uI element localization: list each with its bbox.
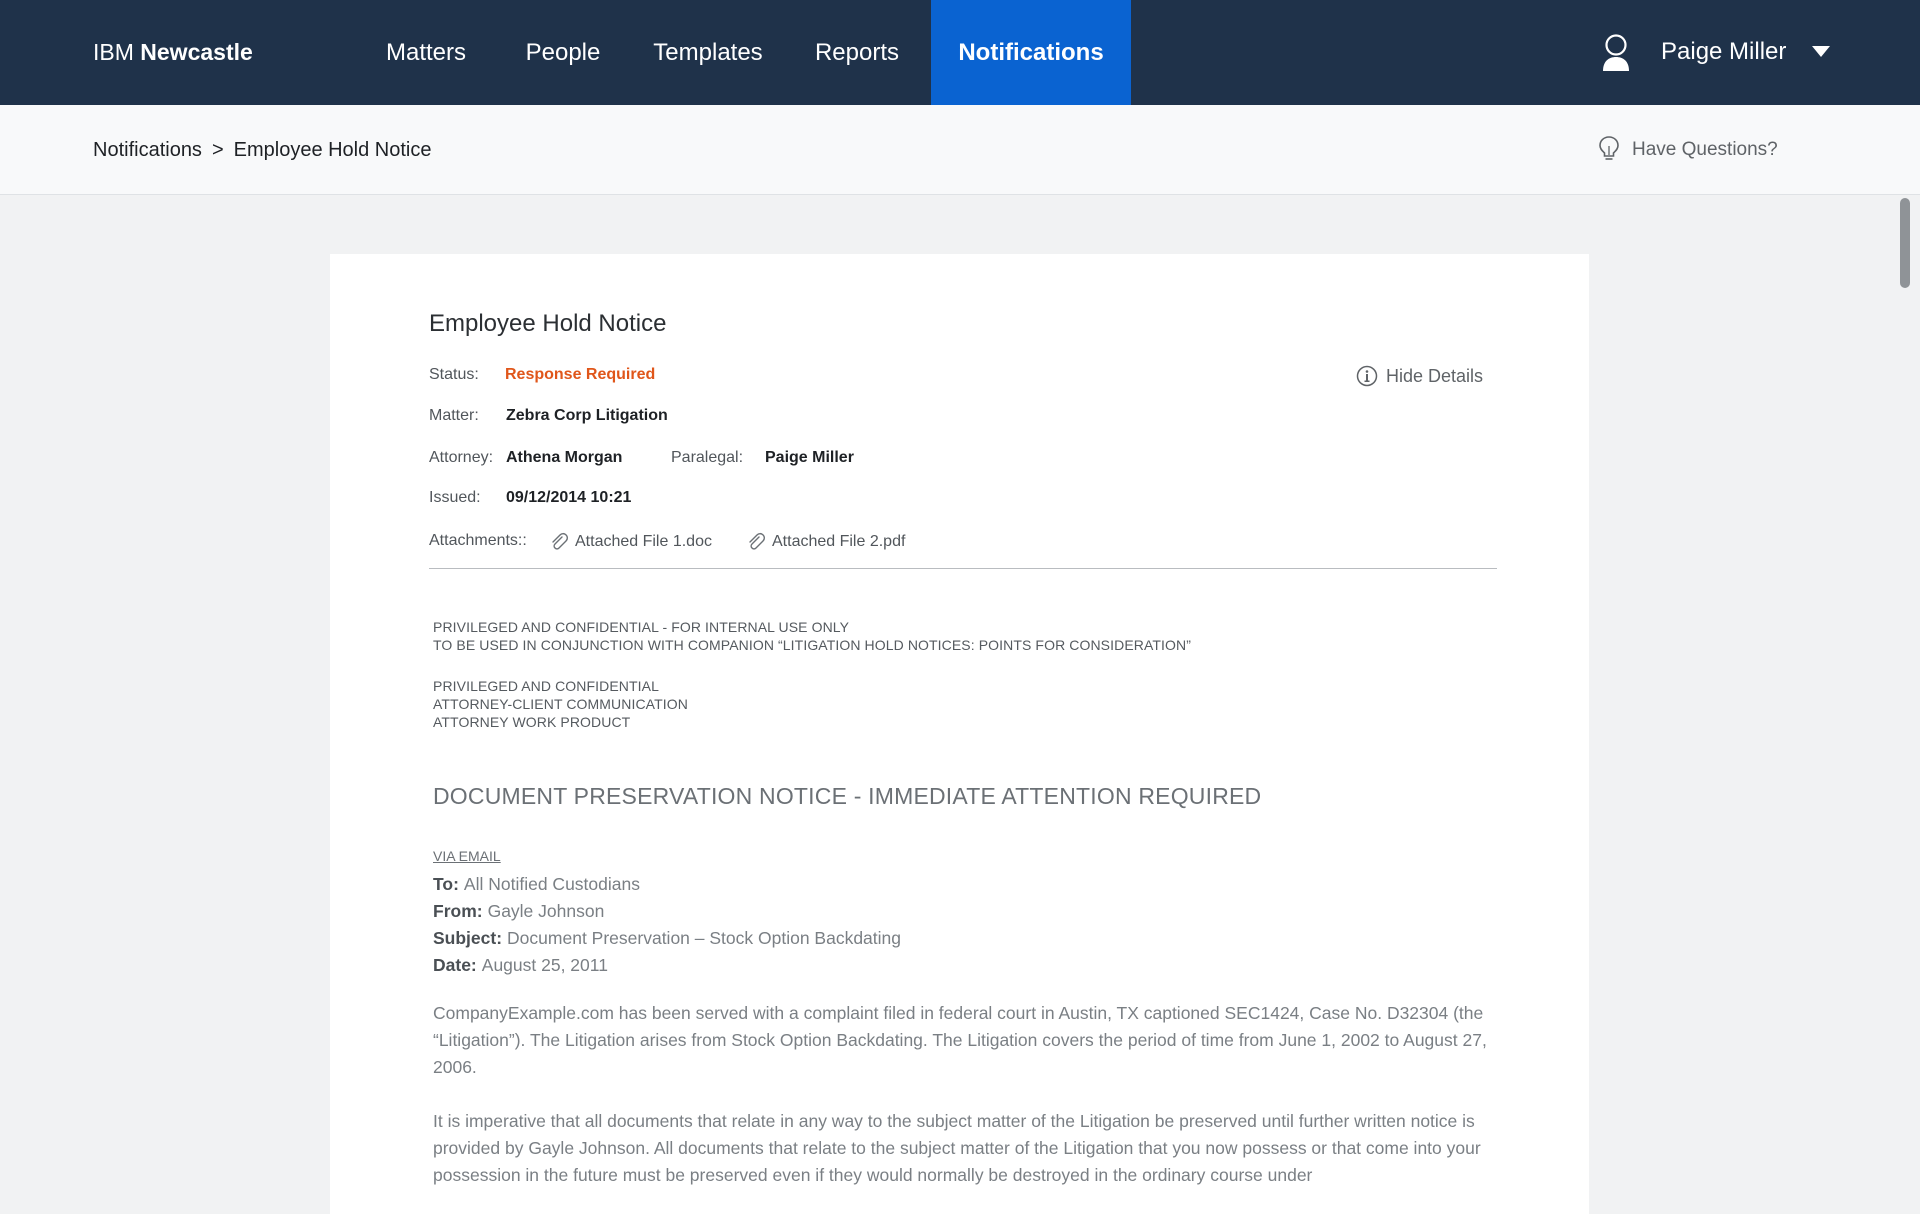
memo-to-label: To: bbox=[433, 874, 459, 894]
user-name: Paige Miller bbox=[1661, 38, 1787, 65]
breadcrumb-separator: > bbox=[211, 139, 224, 161]
confidential-line: PRIVILEGED AND CONFIDENTIAL - FOR INTERN… bbox=[433, 619, 850, 635]
memo-subject-value: Document Preservation – Stock Option Bac… bbox=[507, 928, 902, 948]
paralegal-label: Paralegal: bbox=[671, 449, 744, 466]
nav-item-notifications[interactable]: Notifications bbox=[931, 0, 1131, 105]
details-divider bbox=[429, 568, 1497, 569]
have-questions-link[interactable]: Have Questions? bbox=[1598, 105, 1778, 195]
top-nav-bar: IBM Newcastle Matters People Templates R… bbox=[0, 0, 1920, 105]
privilege-line: ATTORNEY-CLIENT COMMUNICATION bbox=[433, 696, 688, 712]
memo-date: Date: August 25, 2011 bbox=[433, 955, 608, 976]
nav-item-templates[interactable]: Templates bbox=[641, 0, 775, 105]
breadcrumb-bar: Notifications > Employee Hold Notice Have … bbox=[0, 105, 1920, 195]
chevron-down-icon[interactable] bbox=[1812, 46, 1830, 57]
nav-item-matters[interactable]: Matters bbox=[364, 0, 488, 105]
notice-card: Employee Hold Notice Status: Response Re… bbox=[330, 254, 1589, 1214]
body-paragraph: It is imperative that all documents that… bbox=[433, 1111, 1481, 1185]
document-heading: DOCUMENT PRESERVATION NOTICE - IMMEDIATE… bbox=[433, 783, 1262, 809]
matter-label: Matter: bbox=[429, 407, 479, 424]
memo-from-value: Gayle Johnson bbox=[487, 901, 605, 921]
attorney-label: Attorney: bbox=[429, 449, 494, 466]
user-menu[interactable]: Paige Miller bbox=[1600, 0, 1840, 105]
via-email-label: VIA EMAIL bbox=[433, 848, 501, 864]
brand-name: Newcastle bbox=[140, 39, 253, 65]
paperclip-icon bbox=[749, 532, 766, 550]
breadcrumb-parent[interactable]: Notifications bbox=[93, 139, 202, 161]
attachments-label: Attachments:: bbox=[429, 532, 527, 549]
scrollbar-thumb[interactable] bbox=[1900, 198, 1910, 288]
user-icon bbox=[1603, 34, 1629, 71]
memo-subject: Subject: Document Preservation – Stock Op… bbox=[433, 928, 901, 949]
paralegal-value: Paige Miller bbox=[765, 449, 854, 466]
attachment-link[interactable]: Attached File 1.doc bbox=[549, 532, 712, 551]
memo-to: To: All Notified Custodians bbox=[433, 874, 640, 895]
brand-logo[interactable]: IBM Newcastle bbox=[93, 0, 253, 105]
status-label: Status: bbox=[429, 366, 479, 383]
matter-value: Zebra Corp Litigation bbox=[506, 407, 668, 424]
nav-item-reports[interactable]: Reports bbox=[800, 0, 914, 105]
paperclip-icon bbox=[552, 532, 569, 550]
issued-value: 09/12/2014 10:21 bbox=[506, 489, 632, 506]
privilege-line: ATTORNEY WORK PRODUCT bbox=[433, 714, 631, 730]
issued-label: Issued: bbox=[429, 489, 481, 506]
lightbulb-icon bbox=[1599, 136, 1619, 160]
memo-subject-label: Subject: bbox=[433, 928, 503, 948]
privilege-line: PRIVILEGED AND CONFIDENTIAL bbox=[433, 678, 659, 694]
breadcrumb-current: Employee Hold Notice bbox=[233, 139, 432, 161]
hide-details-button[interactable]: Hide Details bbox=[1356, 365, 1484, 387]
memo-from: From: Gayle Johnson bbox=[433, 901, 604, 922]
have-questions-label: Have Questions? bbox=[1632, 139, 1778, 160]
memo-from-label: From: bbox=[433, 901, 483, 921]
hide-details-label: Hide Details bbox=[1386, 366, 1484, 386]
status-badge: Response Required bbox=[505, 366, 656, 383]
attachment-name: Attached File 2.pdf bbox=[772, 533, 906, 550]
confidential-line: TO BE USED IN CONJUNCTION WITH COMPANION… bbox=[433, 637, 1191, 653]
attorney-value: Athena Morgan bbox=[506, 449, 623, 466]
memo-date-label: Date: bbox=[433, 955, 477, 975]
notice-title: Employee Hold Notice bbox=[429, 310, 667, 337]
memo-date-value: August 25, 2011 bbox=[481, 955, 608, 975]
memo-to-value: All Notified Custodians bbox=[463, 874, 640, 894]
attachment-name: Attached File 1.doc bbox=[575, 533, 712, 550]
body-paragraph: CompanyExample.com has been served with … bbox=[433, 1003, 1487, 1077]
breadcrumb: Notifications > Employee Hold Notice bbox=[93, 105, 432, 195]
brand-prefix: IBM bbox=[93, 39, 134, 65]
nav-item-people[interactable]: People bbox=[508, 0, 618, 105]
info-icon bbox=[1356, 365, 1378, 387]
attachment-link[interactable]: Attached File 2.pdf bbox=[746, 532, 906, 551]
